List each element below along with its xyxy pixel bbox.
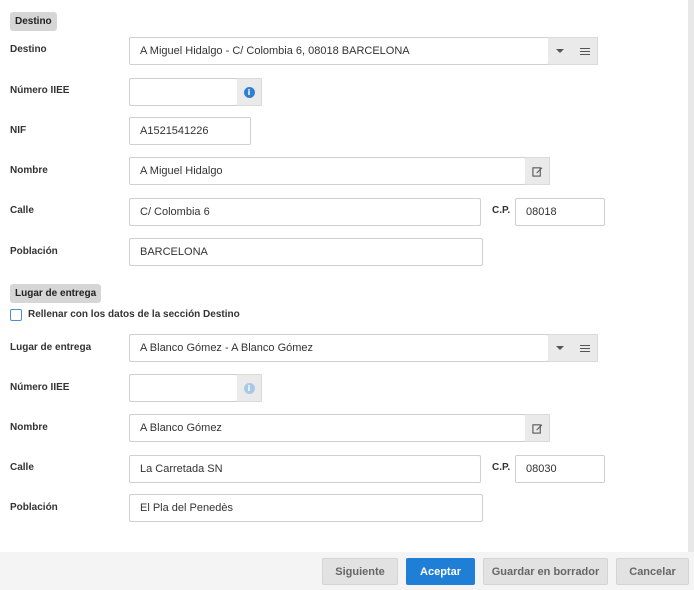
nif-input[interactable]: A1521541226	[129, 117, 251, 145]
aceptar-button[interactable]: Aceptar	[406, 558, 475, 585]
lugar-nombre-input[interactable]: A Blanco Gómez	[129, 414, 526, 442]
lugar-poblacion-input[interactable]: El Pla del Penedès	[129, 494, 483, 522]
info-icon: i	[243, 382, 255, 394]
destino-list-button[interactable]	[572, 37, 598, 65]
destino-cp-input[interactable]: 08018	[515, 198, 605, 226]
destino-poblacion-label: Población	[10, 246, 58, 257]
destino-nombre-label: Nombre	[10, 165, 48, 176]
destino-cp-label: C.P.	[492, 205, 511, 216]
destino-numero-iiee-label: Número IIEE	[10, 85, 70, 96]
lugar-entrega-list-button[interactable]	[572, 334, 598, 362]
fill-from-destino-checkbox[interactable]	[10, 309, 22, 321]
edit-icon	[531, 423, 542, 434]
destino-poblacion-input[interactable]: BARCELONA	[129, 238, 483, 266]
cancelar-button[interactable]: Cancelar	[616, 558, 689, 585]
lugar-numero-iiee-input[interactable]	[129, 374, 238, 402]
lugar-cp-input[interactable]: 08030	[515, 455, 605, 483]
lugar-entrega-dropdown-button[interactable]	[548, 334, 573, 362]
destino-numero-iiee-info-button[interactable]: i	[237, 78, 262, 106]
lugar-nombre-label: Nombre	[10, 422, 48, 433]
destino-dropdown-button[interactable]	[548, 37, 573, 65]
siguiente-button[interactable]: Siguiente	[322, 558, 398, 585]
edit-icon	[531, 166, 542, 177]
destino-label: Destino	[10, 44, 47, 55]
destino-nombre-input[interactable]: A Miguel Hidalgo	[129, 157, 526, 185]
list-menu-icon	[579, 46, 590, 57]
lugar-entrega-select[interactable]: A Blanco Gómez - A Blanco Gómez	[129, 334, 549, 362]
chevron-down-icon	[556, 49, 564, 53]
fill-from-destino-label: Rellenar con los datos de la sección Des…	[28, 309, 240, 320]
list-menu-icon	[579, 343, 590, 354]
vertical-scrollbar[interactable]	[688, 0, 694, 552]
chevron-down-icon	[556, 346, 564, 350]
nif-label: NIF	[10, 125, 27, 136]
info-icon: i	[243, 86, 255, 98]
destino-nombre-edit-button[interactable]	[525, 157, 550, 185]
guardar-borrador-button[interactable]: Guardar en borrador	[483, 558, 608, 585]
destino-calle-label: Calle	[10, 205, 34, 216]
section-title-destino: Destino	[10, 12, 57, 31]
lugar-nombre-edit-button[interactable]	[525, 414, 550, 442]
lugar-numero-iiee-info-button[interactable]: i	[237, 374, 262, 402]
destino-calle-input[interactable]: C/ Colombia 6	[129, 198, 481, 226]
lugar-calle-input[interactable]: La Carretada SN	[129, 455, 481, 483]
destino-numero-iiee-input[interactable]	[129, 78, 238, 106]
section-title-lugar-entrega: Lugar de entrega	[10, 284, 102, 303]
lugar-poblacion-label: Población	[10, 502, 58, 513]
lugar-cp-label: C.P.	[492, 462, 511, 473]
lugar-entrega-label: Lugar de entrega	[10, 342, 92, 353]
lugar-calle-label: Calle	[10, 462, 34, 473]
lugar-numero-iiee-label: Número IIEE	[10, 382, 70, 393]
destino-select[interactable]: A Miguel Hidalgo - C/ Colombia 6, 08018 …	[129, 37, 549, 65]
